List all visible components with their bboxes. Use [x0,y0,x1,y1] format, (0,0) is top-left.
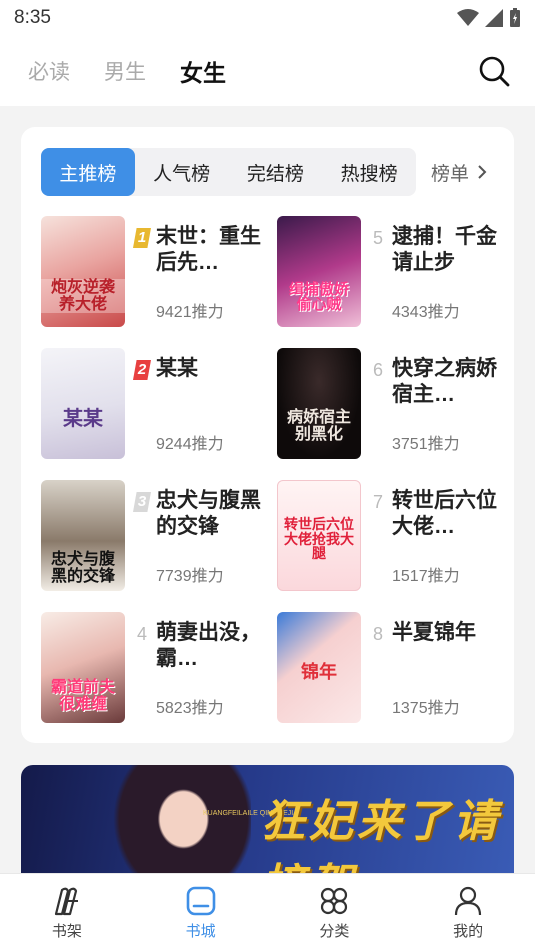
profile-icon [455,886,482,916]
book-item[interactable]: 某某 2 某某 9244推力 [41,348,271,460]
ranking-card: 主推榜 人气榜 完结榜 热搜榜 榜单 炮灰逆袭养大佬 1 末世：重生后先… 94… [21,127,514,743]
battery-icon [510,8,520,27]
rank-badge: 2 [133,360,151,380]
book-cover[interactable]: 炮灰逆袭养大佬 [41,216,125,327]
rank-tabs: 主推榜 人气榜 完结榜 热搜榜 [41,148,416,196]
tab-bidu[interactable]: 必读 [28,56,70,86]
book-title[interactable]: 某某 [156,356,268,382]
book-heat: 1375推力 [392,700,460,717]
chevron-right-icon [478,165,487,179]
book-item[interactable]: 转世后六位大佬抢我大腿 7 转世后六位大佬… 1517推力 [277,480,507,592]
nav-bookshelf[interactable]: 书架 [0,874,134,951]
category-icon [321,887,348,915]
book-item[interactable]: 炮灰逆袭养大佬 1 末世：重生后先… 9421推力 [41,216,271,328]
book-cover[interactable]: 病娇宿主别黑化 [277,348,361,459]
book-title[interactable]: 转世后六位大佬… [392,488,504,540]
header: 必读 男生 女生 [0,36,535,106]
book-item[interactable]: 忠犬与腹黑的交锋 3 忠犬与腹黑的交锋 7739推力 [41,480,271,592]
book-cover[interactable]: 转世后六位大佬抢我大腿 [277,480,361,591]
nav-bookstore[interactable]: 书城 [134,874,268,951]
status-bar: 8:35 [0,0,535,36]
book-item[interactable]: 锦年 8 半夏锦年 1375推力 [277,612,507,724]
status-icons [457,8,521,28]
rank-number: 4 [136,624,147,644]
rank-more-label: 榜单 [431,163,470,185]
book-cover-text: 缉捕傲娇偷心贼 [288,279,349,314]
nav-category[interactable]: 分类 [268,874,402,951]
rank-number: 7 [372,492,383,512]
book-heat: 5823推力 [156,700,224,717]
book-cover-text: 霸道前夫很难缠 [50,677,115,714]
book-cover-text: 转世后六位大佬抢我大腿 [284,516,354,563]
book-heat: 1517推力 [392,568,460,585]
book-heat: 9421推力 [156,304,224,321]
tab-male[interactable]: 男生 [104,56,146,86]
book-cover[interactable]: 忠犬与腹黑的交锋 [41,480,125,591]
book-title[interactable]: 逮捕！千金请止步 [392,224,504,276]
book-cover[interactable]: 某某 [41,348,125,459]
rank-badge: 1 [133,228,151,248]
book-cover-text: 忠犬与腹黑的交锋 [50,549,115,586]
tab-female[interactable]: 女生 [180,54,226,88]
nav-profile[interactable]: 我的 [401,874,535,951]
book-heat: 9244推力 [156,436,224,453]
book-title[interactable]: 萌妻出没，霸… [156,620,268,672]
book-cover[interactable]: 缉捕傲娇偷心贼 [277,216,361,327]
book-cover-text: 锦年 [301,662,337,684]
rank-number: 6 [372,360,383,380]
book-heat: 4343推力 [392,304,460,321]
book-heat: 7739推力 [156,568,224,585]
book-item[interactable]: 病娇宿主别黑化 6 快穿之病娇宿主… 3751推力 [277,348,507,460]
search-icon[interactable] [477,54,511,88]
nav-profile-label: 我的 [453,923,484,940]
book-cover[interactable]: 霸道前夫很难缠 [41,612,125,723]
rank-tab-hot-search[interactable]: 热搜榜 [322,148,416,196]
bottom-nav: 书架 书城 分类 我的 [0,873,535,951]
book-cover[interactable]: 锦年 [277,612,361,723]
book-cover-text: 炮灰逆袭养大佬 [41,279,125,313]
rank-tab-popular[interactable]: 人气榜 [135,148,229,196]
nav-bookstore-label: 书城 [185,923,216,940]
rank-more-button[interactable]: 榜单 [431,148,487,196]
book-item[interactable]: 霸道前夫很难缠 4 萌妻出没，霸… 5823推力 [41,612,271,724]
bookshelf-icon [54,887,78,916]
book-title[interactable]: 半夏锦年 [392,620,504,646]
book-heat: 3751推力 [392,436,460,453]
rank-tab-main[interactable]: 主推榜 [41,148,135,196]
signal-icon [485,9,503,27]
rank-number: 8 [372,624,383,644]
status-time: 8:35 [14,7,51,28]
rank-tab-finished[interactable]: 完结榜 [229,148,323,196]
book-title[interactable]: 末世：重生后先… [156,224,268,276]
book-item[interactable]: 缉捕傲娇偷心贼 5 逮捕！千金请止步 4343推力 [277,216,507,328]
rank-number: 5 [372,228,383,248]
book-cover-text: 某某 [63,406,103,430]
bookstore-icon [186,886,215,916]
book-title[interactable]: 快穿之病娇宿主… [392,356,504,408]
nav-bookshelf-label: 书架 [51,923,82,940]
nav-category-label: 分类 [319,923,350,940]
rank-badge: 3 [133,492,151,512]
wifi-icon [457,9,479,26]
book-cover-text: 病娇宿主别黑化 [286,407,351,444]
book-title[interactable]: 忠犬与腹黑的交锋 [156,488,268,540]
